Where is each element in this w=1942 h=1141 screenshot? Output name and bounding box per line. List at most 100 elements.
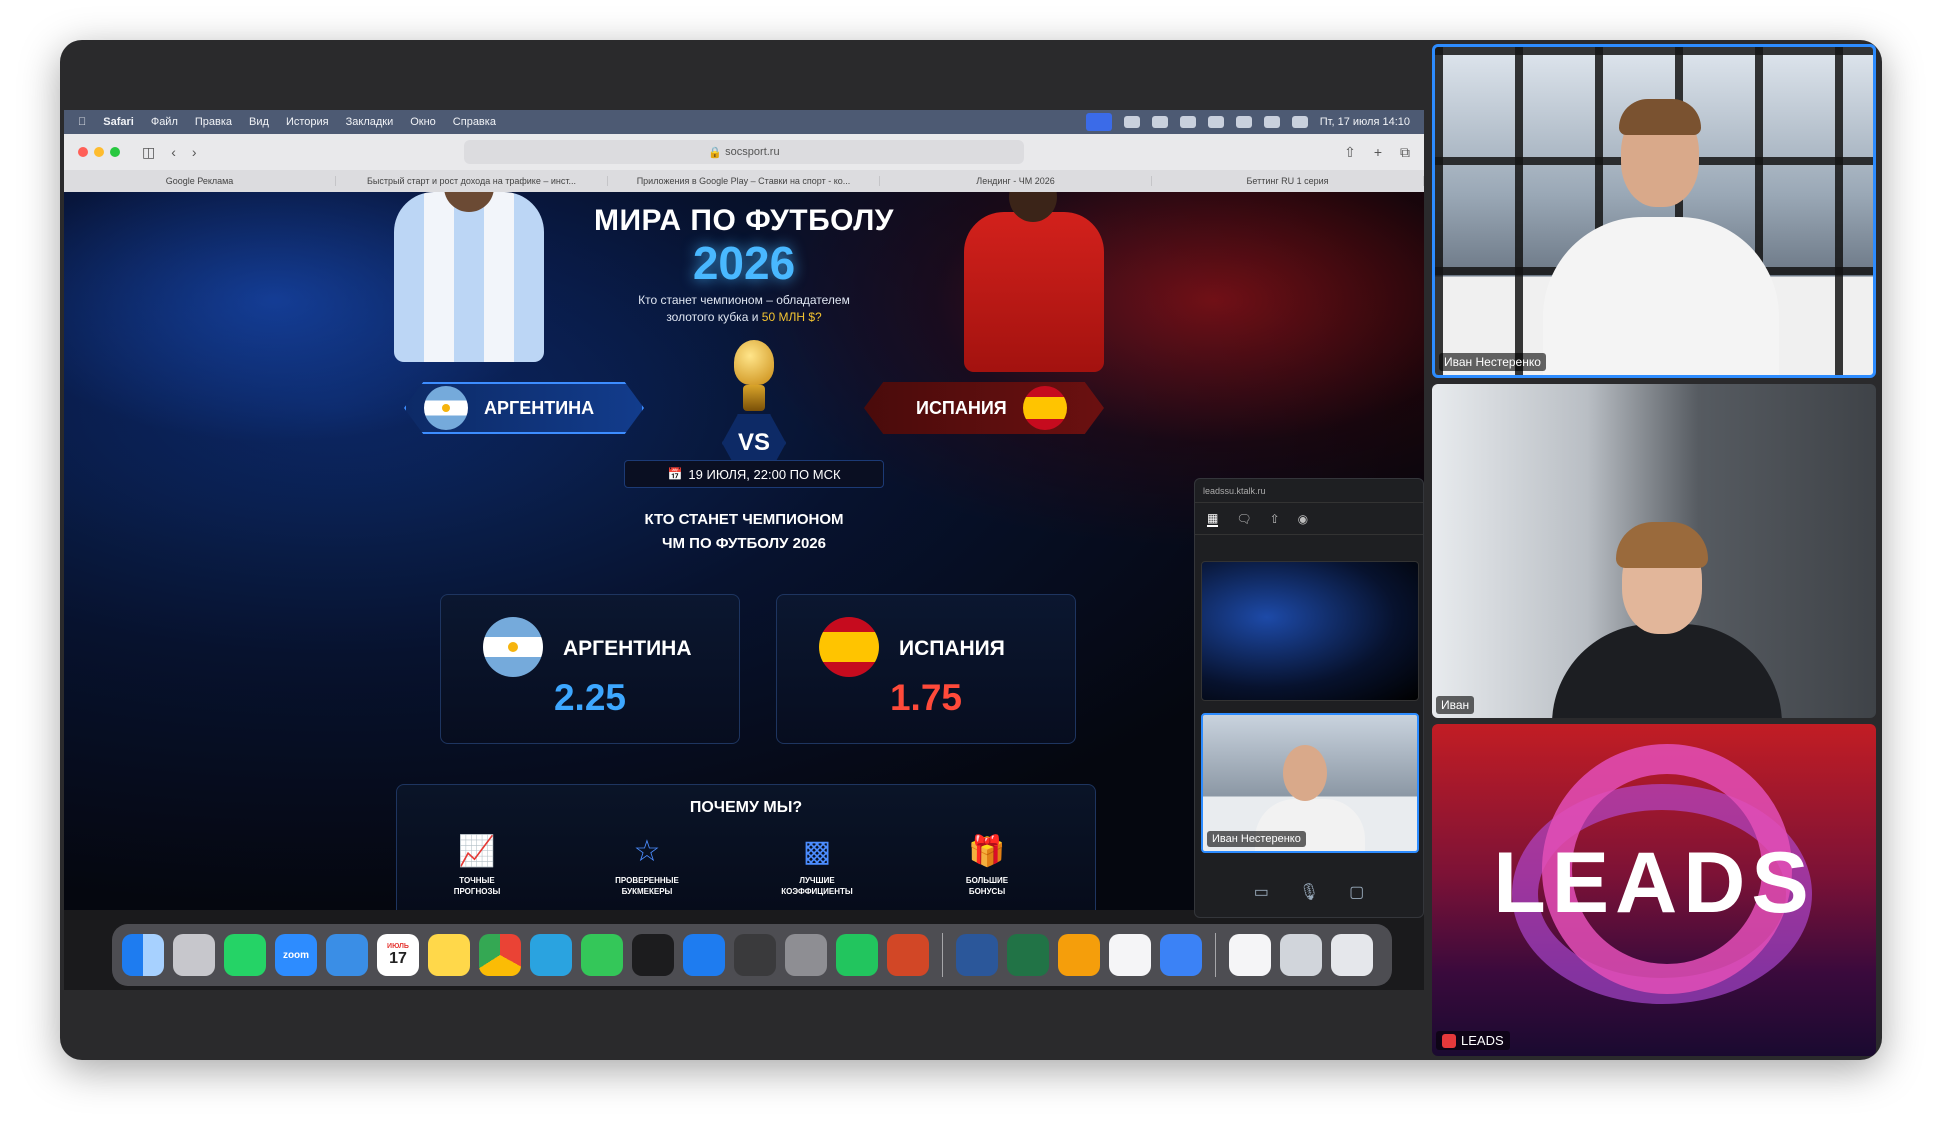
- spotlight-search-icon[interactable]: [1263, 116, 1280, 128]
- hero-subtitle: Кто станет чемпионом – обладателем золот…: [64, 292, 1424, 326]
- tab-google-play[interactable]: Приложения в Google Play – Ставки на спо…: [608, 176, 880, 186]
- menu-help[interactable]: Справка: [453, 116, 496, 128]
- tab-betting-ru[interactable]: Беттинг RU 1 серия: [1152, 176, 1424, 186]
- share-icon[interactable]: ⇧: [1270, 512, 1280, 526]
- trash-icon[interactable]: [1331, 934, 1373, 976]
- launchpad-icon[interactable]: [173, 934, 215, 976]
- stocks-icon[interactable]: [632, 934, 674, 976]
- keyboard-layout-icon[interactable]: [1179, 116, 1196, 128]
- screen-share-thumbnail[interactable]: [1201, 561, 1419, 701]
- battery-icon[interactable]: [1207, 116, 1224, 128]
- zoom-window-button[interactable]: [110, 147, 120, 157]
- sidebar-icon[interactable]: ◫: [142, 144, 155, 161]
- screen-share-icon[interactable]: [1085, 113, 1112, 131]
- back-icon[interactable]: ‹: [171, 144, 176, 160]
- why-item-forecasts: 📈 ТОЧНЫЕ ПРОГНОЗЫ: [417, 835, 537, 897]
- participant-name-tag: LEADS: [1436, 1031, 1510, 1050]
- dock-separator: [942, 933, 943, 977]
- dock-separator: [1215, 933, 1216, 977]
- menu-bookmarks[interactable]: Закладки: [346, 116, 394, 128]
- safari-toolbar: ◫ ‹ › 🔒 socsport.ru ⇧ + ⧉: [64, 134, 1424, 170]
- apple-icon[interactable]: : [78, 116, 86, 128]
- screen-icon[interactable]: ▭: [1254, 882, 1269, 902]
- hero-subtitle-line1: Кто станет чемпионом – обладателем: [638, 293, 850, 307]
- menu-window[interactable]: Окно: [410, 116, 436, 128]
- hero-subtitle-text: золотого кубка и: [666, 310, 759, 324]
- chart-up-icon: 📈: [458, 835, 496, 868]
- spain-flag-icon: [1022, 386, 1067, 430]
- vpn-icon[interactable]: [1058, 934, 1100, 976]
- finder-icon[interactable]: [122, 934, 164, 976]
- chatgpt-icon[interactable]: [836, 934, 878, 976]
- tab-google-ads[interactable]: Google Реклама: [64, 176, 336, 186]
- menu-file[interactable]: Файл: [151, 116, 178, 128]
- textedit-icon[interactable]: [1109, 934, 1151, 976]
- muted-microphone-icon: [1442, 1033, 1456, 1048]
- tab-quick-start[interactable]: Быстрый старт и рост дохода на трафике –…: [336, 176, 608, 186]
- match-date: 📅 19 ИЮЛЯ, 22:00 ПО МСК: [624, 460, 884, 488]
- chrome-icon[interactable]: [479, 934, 521, 976]
- menu-view[interactable]: Вид: [249, 116, 269, 128]
- team-left-label: АРГЕНТИНА: [484, 397, 595, 418]
- menu-history[interactable]: История: [286, 116, 329, 128]
- wifi-icon[interactable]: [1235, 116, 1252, 128]
- camera-icon[interactable]: ▢: [1349, 882, 1364, 902]
- tab-overview-icon[interactable]: ⧉: [1400, 144, 1410, 161]
- remote-desktop-icon[interactable]: [1160, 934, 1202, 976]
- whatsapp-icon[interactable]: [224, 934, 266, 976]
- calendar-icon[interactable]: ИЮЛЬ 17: [377, 934, 419, 976]
- odds-value: 1.75: [889, 677, 962, 718]
- excel-icon[interactable]: [1007, 934, 1049, 976]
- word-icon[interactable]: [956, 934, 998, 976]
- headphones-icon[interactable]: [1151, 116, 1168, 128]
- hero-year: 2026: [692, 237, 796, 289]
- status-icon[interactable]: [1123, 116, 1140, 128]
- app-store-icon[interactable]: [683, 934, 725, 976]
- menu-safari[interactable]: Safari: [103, 116, 134, 128]
- safari-icon[interactable]: [326, 934, 368, 976]
- odds-card-argentina[interactable]: АРГЕНТИНА 2.25: [440, 594, 740, 744]
- odds-team-name: ИСПАНИЯ: [899, 637, 1005, 660]
- participant-tile-leads[interactable]: LEADS LEADS: [1432, 724, 1876, 1056]
- document-icon[interactable]: [1229, 934, 1271, 976]
- odds-card-spain[interactable]: ИСПАНИЯ 1.75: [776, 594, 1076, 744]
- grid-view-icon[interactable]: ▦: [1207, 511, 1219, 527]
- bar-chart-icon: ▩: [802, 835, 832, 868]
- participant-tile-active-speaker[interactable]: Иван Нестеренко: [1432, 44, 1876, 378]
- new-tab-icon[interactable]: +: [1374, 144, 1382, 161]
- mac-dock: zoom ИЮЛЬ 17: [112, 924, 1392, 986]
- video-call-window:  Safari Файл Правка Вид История Закладк…: [60, 40, 1882, 1060]
- argentina-flag-icon: [424, 386, 468, 430]
- menubar-clock[interactable]: Пт, 17 июля 14:10: [1320, 116, 1410, 128]
- address-bar[interactable]: 🔒 socsport.ru: [464, 140, 1024, 164]
- menu-edit[interactable]: Правка: [195, 116, 232, 128]
- telegram-icon[interactable]: [530, 934, 572, 976]
- mini-panel-tabs: ▦ 🗨 ⇧ ◉: [1195, 503, 1423, 535]
- close-window-button[interactable]: [78, 147, 88, 157]
- minimize-window-button[interactable]: [94, 147, 104, 157]
- why-us-section: ПОЧЕМУ МЫ? 📈 ТОЧНЫЕ ПРОГНОЗЫ ☆ ПРОВЕРЕННЫ…: [396, 784, 1096, 910]
- why-item-odds: ▩ ЛУЧШИЕ КОЭФФИЦИЕНТЫ: [757, 835, 877, 897]
- why-item-bonuses: 🎁 БОЛЬШИЕ БОНУСЫ: [927, 835, 1047, 897]
- share-icon[interactable]: ⇧: [1344, 144, 1356, 161]
- participant-name-tag: Иван Нестеренко: [1439, 353, 1546, 371]
- forward-icon[interactable]: ›: [192, 144, 197, 160]
- system-settings-icon[interactable]: [785, 934, 827, 976]
- eye-icon[interactable]: ◉: [1298, 512, 1308, 526]
- world-cup-trophy-icon: [729, 340, 779, 412]
- calculator-icon[interactable]: [734, 934, 776, 976]
- participant-tile[interactable]: Иван: [1432, 384, 1876, 718]
- powerpoint-icon[interactable]: [887, 934, 929, 976]
- notes-icon[interactable]: [428, 934, 470, 976]
- facetime-icon[interactable]: [581, 934, 623, 976]
- microphone-icon[interactable]: 🎙: [1299, 882, 1319, 902]
- safari-tabs: Google Реклама Быстрый старт и рост дохо…: [64, 170, 1424, 192]
- control-center-icon[interactable]: [1291, 116, 1308, 128]
- self-video-thumbnail[interactable]: Иван Нестеренко: [1201, 713, 1419, 853]
- downloads-icon[interactable]: [1280, 934, 1322, 976]
- zoom-icon[interactable]: zoom: [275, 934, 317, 976]
- chat-icon[interactable]: 🗨: [1236, 512, 1251, 526]
- tab-landing-wc2026[interactable]: Лендинг - ЧМ 2026: [880, 176, 1152, 186]
- lock-icon: 🔒: [708, 146, 726, 159]
- participant-name-tag: Иван: [1436, 696, 1475, 714]
